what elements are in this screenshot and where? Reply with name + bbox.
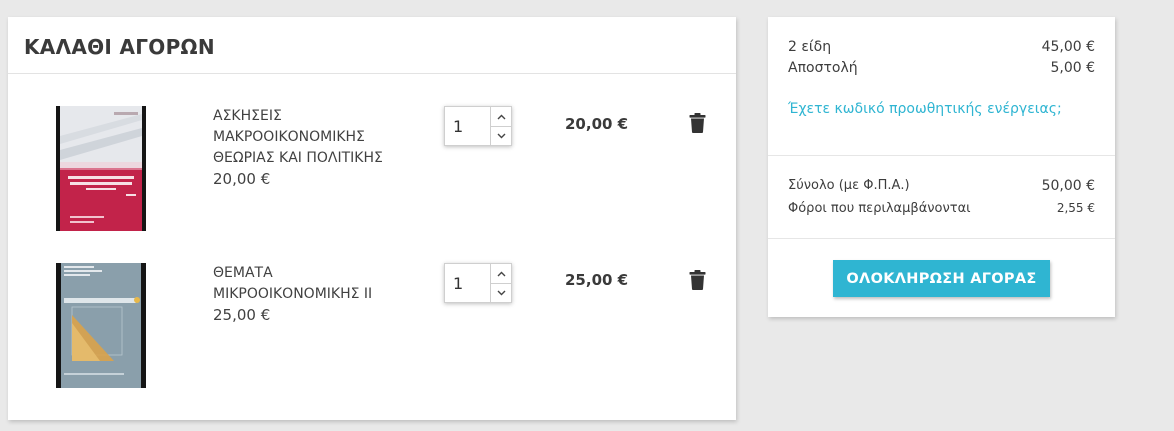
product-name[interactable]: ΘΕΜΑΤΑ ΜΙΚΡΟΟΙΚΟΝΟΜΙΚΗΣ ΙΙ: [213, 263, 413, 305]
items-count-label: 2 είδη: [788, 39, 832, 55]
total-value: 50,00 €: [1041, 178, 1095, 194]
shipping-label: Αποστολή: [788, 60, 858, 76]
product-name[interactable]: ΑΣΚΗΣΕΙΣ ΜΑΚΡΟΟΙΚΟΝΟΜΙΚΗΣ ΘΕΩΡΙΑΣ ΚΑΙ ΠΟ…: [213, 106, 413, 169]
taxes-value: 2,55 €: [1056, 201, 1095, 215]
cart-title: ΚΑΛΑΘΙ ΑΓΟΡΩΝ: [24, 35, 215, 59]
cart-panel: ΚΑΛΑΘΙ ΑΓΟΡΩΝ ΑΣΚΗΣΕΙΣ ΜΑΚΡΟΟΙΚΟΝΟΜΙΚΗΣ …: [8, 17, 736, 420]
quantity-increase-button[interactable]: [491, 264, 511, 284]
divider: [8, 73, 736, 74]
quantity-buttons: [490, 106, 512, 146]
quantity-buttons: [490, 263, 512, 303]
checkout-button[interactable]: ΟΛΟΚΛΗΡΩΣΗ ΑΓΟΡΑΣ: [833, 260, 1050, 297]
product-image[interactable]: [56, 106, 146, 231]
promo-code-link[interactable]: Έχετε κωδικό προωθητικής ενέργειας;: [788, 101, 1062, 117]
taxes-label: Φόροι που περιλαμβάνονται: [788, 201, 971, 216]
remove-item-button[interactable]: [689, 113, 706, 137]
unit-price: 20,00 €: [213, 170, 271, 188]
quantity-input[interactable]: [444, 106, 490, 146]
chevron-up-icon: [497, 271, 505, 276]
line-total: 20,00 €: [565, 115, 629, 133]
total-label: Σύνολο (με Φ.Π.Α.): [788, 178, 910, 193]
trash-icon: [689, 113, 706, 133]
divider: [768, 238, 1115, 239]
quantity-input[interactable]: [444, 263, 490, 303]
quantity-stepper: [444, 106, 512, 146]
trash-icon: [689, 270, 706, 290]
unit-price: 25,00 €: [213, 306, 271, 324]
quantity-increase-button[interactable]: [491, 107, 511, 127]
chevron-down-icon: [497, 290, 505, 295]
items-subtotal-value: 45,00 €: [1041, 39, 1095, 55]
remove-item-button[interactable]: [689, 270, 706, 294]
line-total: 25,00 €: [565, 271, 629, 289]
divider: [768, 155, 1115, 156]
quantity-stepper: [444, 263, 512, 303]
product-image[interactable]: [56, 263, 146, 388]
quantity-decrease-button[interactable]: [491, 126, 511, 145]
chevron-down-icon: [497, 133, 505, 138]
quantity-decrease-button[interactable]: [491, 283, 511, 302]
chevron-up-icon: [497, 114, 505, 119]
order-summary-panel: 2 είδη 45,00 € Αποστολή 5,00 € Έχετε κωδ…: [768, 17, 1115, 317]
shipping-value: 5,00 €: [1050, 60, 1095, 76]
